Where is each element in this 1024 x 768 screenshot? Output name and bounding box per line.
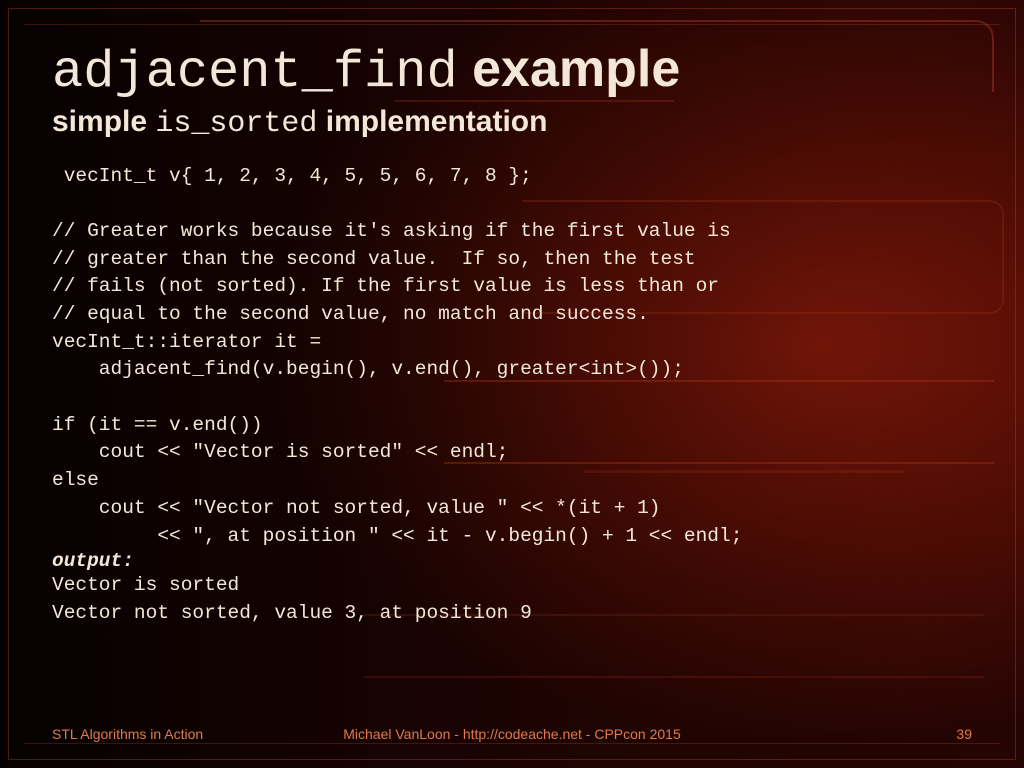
subtitle-pre: simple — [52, 105, 155, 138]
title-code: adjacent_find — [52, 43, 458, 102]
output-label: output: — [52, 550, 972, 572]
code-block: vecInt_t v{ 1, 2, 3, 4, 5, 5, 6, 7, 8 };… — [52, 163, 972, 551]
footer-center: Michael VanLoon - http://codeache.net - … — [343, 726, 681, 742]
footer-left: STL Algorithms in Action — [52, 726, 203, 742]
output-block: Vector is sorted Vector not sorted, valu… — [52, 572, 972, 627]
subtitle-post: implementation — [317, 105, 547, 138]
title-plain: example — [458, 40, 681, 98]
subtitle-code: is_sorted — [155, 107, 317, 141]
slide-footer: STL Algorithms in Action Michael VanLoon… — [52, 726, 972, 742]
slide-title: adjacent_find example — [52, 42, 972, 101]
slide-content: adjacent_find example simple is_sorted i… — [52, 42, 972, 708]
slide-number: 39 — [956, 726, 972, 742]
slide-subtitle: simple is_sorted implementation — [52, 105, 972, 141]
